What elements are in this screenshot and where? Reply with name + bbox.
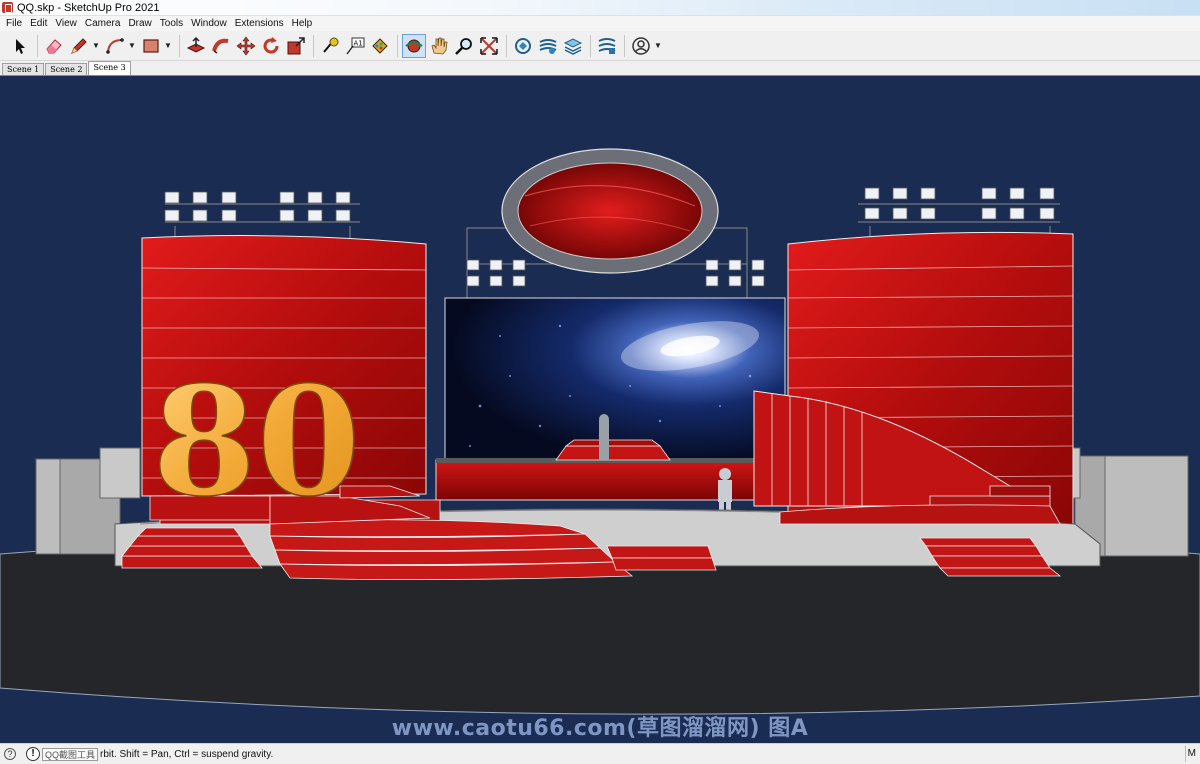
magnifier-icon xyxy=(455,37,472,55)
text-icon: A1 xyxy=(346,37,365,54)
arc-dropdown-chevron-icon[interactable]: ▼ xyxy=(128,34,136,58)
text-tool-button[interactable]: A1 xyxy=(343,34,367,58)
menu-bar: File Edit View Camera Draw Tools Window … xyxy=(0,16,1200,31)
hand-icon xyxy=(431,37,448,54)
svg-text:A1: A1 xyxy=(354,39,363,47)
scale-icon xyxy=(287,36,305,54)
scene-tabs: Scene 1 Scene 2 Scene 3 xyxy=(0,61,1200,75)
oval-led-ring xyxy=(501,148,719,274)
window-title: QQ.skp - SketchUp Pro 2021 xyxy=(17,1,160,14)
sketchup-window: QQ.skp - SketchUp Pro 2021 File Edit Vie… xyxy=(0,0,1200,764)
menu-draw[interactable]: Draw xyxy=(124,16,155,31)
eraser-tool-button[interactable] xyxy=(42,34,66,58)
measurements-label: M xyxy=(1187,748,1196,759)
menu-camera[interactable]: Camera xyxy=(81,16,125,31)
menu-file[interactable]: File xyxy=(2,16,26,31)
follow-me-tool-button[interactable] xyxy=(209,34,233,58)
rectangle-tool-button[interactable] xyxy=(139,34,163,58)
rotate-tool-button[interactable] xyxy=(259,34,283,58)
main-toolbar: ▼ ▼ ▼ A1 ▼ xyxy=(0,31,1200,61)
rectangle-icon xyxy=(143,38,159,53)
toolbar-separator xyxy=(397,34,398,57)
anniversary-80-logo: 80 xyxy=(151,353,361,531)
zoom-tool-button[interactable] xyxy=(452,34,476,58)
paint-bucket-tool-button[interactable] xyxy=(368,34,392,58)
tab-scene-3[interactable]: Scene 3 xyxy=(88,61,131,75)
tab-scene-2[interactable]: Scene 2 xyxy=(45,63,88,75)
extension-warehouse-icon xyxy=(539,38,557,54)
orbit-tool-button[interactable] xyxy=(402,33,426,58)
menu-extensions[interactable]: Extensions xyxy=(231,16,288,31)
layers-icon xyxy=(563,37,583,55)
rotate-icon xyxy=(263,36,279,54)
extension-manager-button[interactable] xyxy=(595,34,619,58)
status-message: rbit. Shift = Pan, Ctrl = suspend gravit… xyxy=(100,748,274,760)
menu-help[interactable]: Help xyxy=(288,16,317,31)
push-pull-icon xyxy=(186,36,206,53)
menu-window[interactable]: Window xyxy=(187,16,231,31)
3d-warehouse-button[interactable] xyxy=(511,34,535,58)
screenshot-tool-chip: QQ截图工具 xyxy=(42,747,99,761)
menu-edit[interactable]: Edit xyxy=(26,16,51,31)
status-divider xyxy=(1185,746,1186,762)
arrow-cursor-icon xyxy=(16,38,25,54)
push-pull-tool-button[interactable] xyxy=(184,34,208,58)
watermark-text: www.caotu66.com(草图溜溜网) 图A xyxy=(391,716,809,741)
extension-warehouse-button[interactable] xyxy=(536,34,560,58)
follow-me-icon xyxy=(212,38,229,54)
pencil-dropdown-chevron-icon[interactable]: ▼ xyxy=(92,34,100,58)
tape-measure-icon xyxy=(323,37,339,53)
toolbar-separator xyxy=(506,34,507,57)
toolbar-separator xyxy=(624,34,625,57)
zoom-extents-tool-button[interactable] xyxy=(477,34,501,58)
scale-tool-button[interactable] xyxy=(284,34,308,58)
arc-tool-button[interactable] xyxy=(103,34,127,58)
arc-icon xyxy=(106,37,124,54)
pencil-icon xyxy=(71,37,87,54)
toolbar-separator xyxy=(37,34,38,57)
info-icon[interactable]: ! xyxy=(26,747,40,761)
model-viewport[interactable]: 80 www.caotu66.com(草图溜溜网) 图A xyxy=(0,75,1200,743)
tape-measure-tool-button[interactable] xyxy=(318,34,342,58)
sketchup-logo-icon xyxy=(2,2,13,13)
status-bar: ? ! QQ截图工具 rbit. Shift = Pan, Ctrl = sus… xyxy=(0,743,1200,764)
center-right-steps xyxy=(606,545,717,571)
layout-send-button[interactable] xyxy=(561,34,585,58)
warehouse-icon xyxy=(515,37,531,54)
toolbar-separator xyxy=(179,34,180,57)
account-button[interactable] xyxy=(629,34,653,58)
menu-view[interactable]: View xyxy=(51,16,81,31)
eraser-icon xyxy=(46,38,62,53)
stage-model-render: 80 xyxy=(0,148,1200,715)
tab-scene-1[interactable]: Scene 1 xyxy=(2,63,45,75)
extension-manager-icon xyxy=(598,37,616,54)
anniversary-number: 80 xyxy=(152,354,361,530)
rectangle-dropdown-chevron-icon[interactable]: ▼ xyxy=(164,34,172,58)
move-tool-button[interactable] xyxy=(234,34,258,58)
select-tool-button[interactable] xyxy=(8,34,32,58)
account-dropdown-chevron-icon[interactable]: ▼ xyxy=(654,34,662,58)
menu-tools[interactable]: Tools xyxy=(156,16,187,31)
paint-bucket-icon xyxy=(372,37,388,54)
move-icon xyxy=(236,36,256,55)
title-bar: QQ.skp - SketchUp Pro 2021 xyxy=(0,0,1200,16)
left-light-fixtures xyxy=(164,191,351,222)
zoom-extents-icon xyxy=(480,36,498,55)
pan-tool-button[interactable] xyxy=(427,34,451,58)
pencil-tool-button[interactable] xyxy=(67,34,91,58)
user-circle-icon xyxy=(632,36,650,55)
toolbar-separator xyxy=(313,34,314,57)
toolbar-separator xyxy=(590,34,591,57)
orbit-icon xyxy=(405,39,423,52)
geo-location-icon[interactable]: ? xyxy=(4,748,16,760)
center-led-screen xyxy=(444,297,786,461)
